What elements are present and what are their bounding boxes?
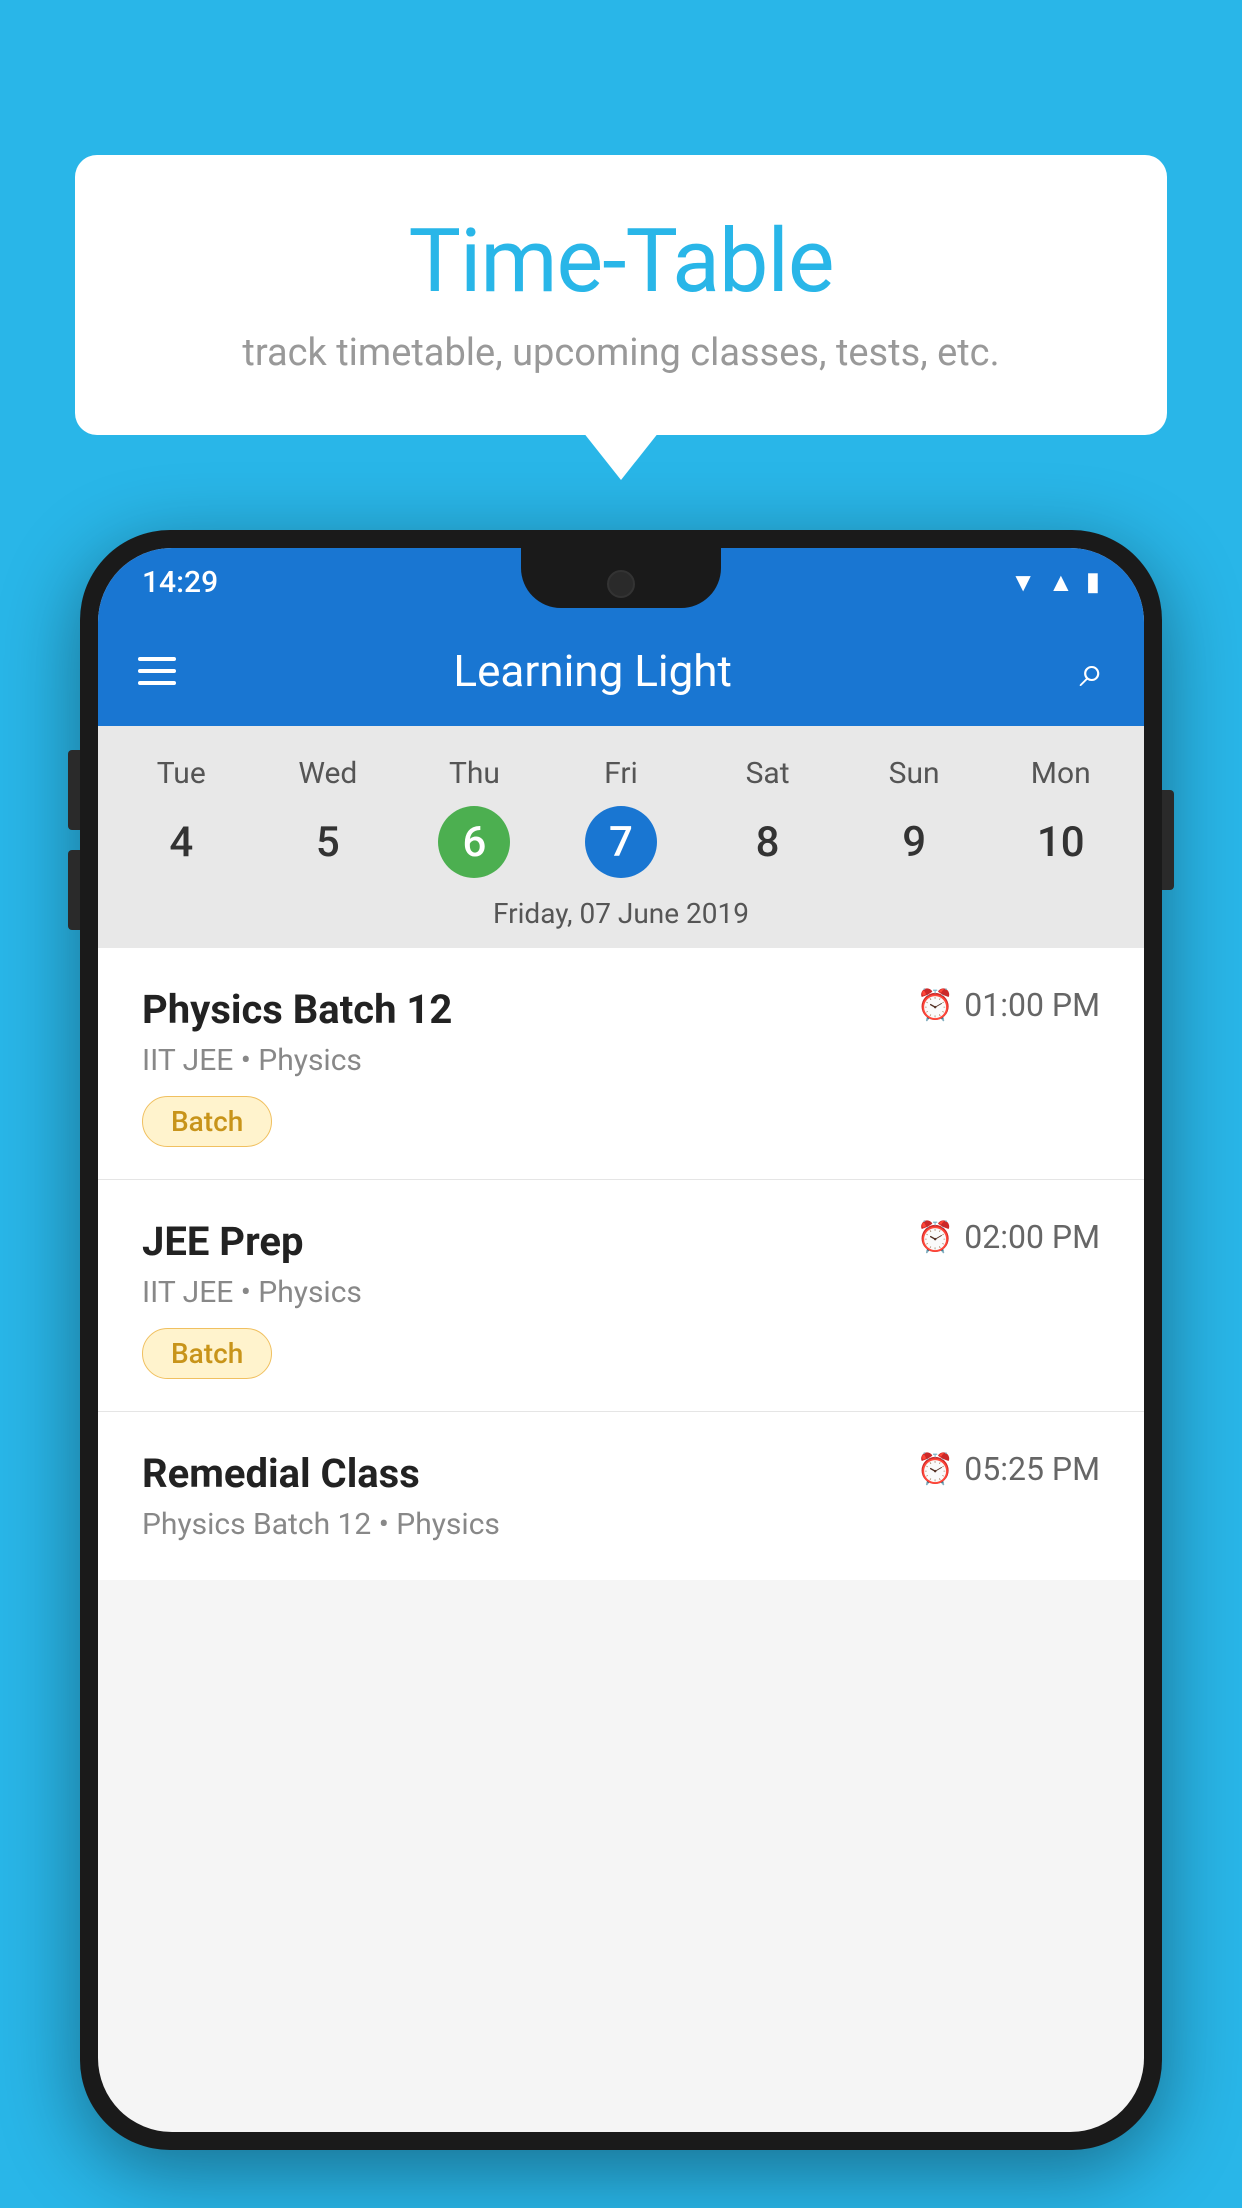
- clock-icon-3: ⏰: [917, 1452, 954, 1487]
- schedule-item-3-time-label: 05:25 PM: [964, 1450, 1100, 1488]
- date-6-today[interactable]: 6: [438, 806, 510, 878]
- date-4[interactable]: 4: [108, 806, 255, 879]
- calendar-strip: Tue Wed Thu Fri Sat Sun Mon 4 5 6 7 8 9 …: [98, 726, 1144, 948]
- selected-date-label: Friday, 07 June 2019: [98, 879, 1144, 948]
- bubble-subtitle: track timetable, upcoming classes, tests…: [135, 331, 1107, 375]
- speech-bubble: Time-Table track timetable, upcoming cla…: [75, 155, 1167, 435]
- day-headers: Tue Wed Thu Fri Sat Sun Mon: [98, 746, 1144, 801]
- phone-camera: [607, 570, 635, 598]
- schedule-item-3[interactable]: Remedial Class ⏰ 05:25 PM Physics Batch …: [98, 1412, 1144, 1580]
- volume-up-button: [68, 750, 80, 830]
- schedule-item-2-time: ⏰ 02:00 PM: [917, 1218, 1100, 1256]
- day-thu: Thu: [401, 746, 548, 801]
- battery-icon: ▮: [1086, 567, 1100, 597]
- app-title: Learning Light: [206, 645, 979, 697]
- wifi-icon: ▼: [1010, 567, 1036, 598]
- schedule-item-1[interactable]: Physics Batch 12 ⏰ 01:00 PM IIT JEE • Ph…: [98, 948, 1144, 1180]
- day-sat: Sat: [694, 746, 841, 801]
- batch-tag-1: Batch: [142, 1096, 272, 1147]
- status-icons: ▼ ▲ ▮: [1010, 567, 1100, 598]
- schedule-item-3-title: Remedial Class: [142, 1450, 420, 1497]
- phone-outer: 14:29 ▼ ▲ ▮ Learning Light ⌕: [80, 530, 1162, 2150]
- schedule-item-2-title: JEE Prep: [142, 1218, 303, 1265]
- day-numbers: 4 5 6 7 8 9 10: [98, 806, 1144, 879]
- app-bar: Learning Light ⌕: [98, 616, 1144, 726]
- schedule-item-3-subtitle: Physics Batch 12 • Physics: [142, 1507, 1100, 1542]
- schedule-list: Physics Batch 12 ⏰ 01:00 PM IIT JEE • Ph…: [98, 948, 1144, 1580]
- day-mon: Mon: [987, 746, 1134, 801]
- schedule-item-3-header: Remedial Class ⏰ 05:25 PM: [142, 1450, 1100, 1497]
- hamburger-menu-icon[interactable]: [138, 657, 176, 685]
- schedule-item-1-time: ⏰ 01:00 PM: [917, 986, 1100, 1024]
- date-10[interactable]: 10: [987, 806, 1134, 879]
- signal-icon: ▲: [1048, 567, 1074, 598]
- phone-wrapper: 14:29 ▼ ▲ ▮ Learning Light ⌕: [80, 530, 1162, 2208]
- date-8[interactable]: 8: [694, 806, 841, 879]
- search-icon[interactable]: ⌕: [1079, 645, 1104, 697]
- clock-icon-1: ⏰: [917, 988, 954, 1023]
- date-7-selected[interactable]: 7: [585, 806, 657, 878]
- schedule-item-2-header: JEE Prep ⏰ 02:00 PM: [142, 1218, 1100, 1265]
- bubble-title: Time-Table: [135, 210, 1107, 313]
- schedule-item-2-subtitle: IIT JEE • Physics: [142, 1275, 1100, 1310]
- volume-down-button: [68, 850, 80, 930]
- schedule-item-2-time-label: 02:00 PM: [964, 1218, 1100, 1256]
- phone-notch: [521, 548, 721, 608]
- batch-tag-2: Batch: [142, 1328, 272, 1379]
- phone-screen: 14:29 ▼ ▲ ▮ Learning Light ⌕: [98, 548, 1144, 2132]
- schedule-item-1-subtitle: IIT JEE • Physics: [142, 1043, 1100, 1078]
- day-sun: Sun: [841, 746, 988, 801]
- clock-icon-2: ⏰: [917, 1220, 954, 1255]
- power-button: [1162, 790, 1174, 890]
- date-5[interactable]: 5: [255, 806, 402, 879]
- day-fri: Fri: [548, 746, 695, 801]
- schedule-item-1-title: Physics Batch 12: [142, 986, 452, 1033]
- status-time: 14:29: [142, 565, 218, 600]
- schedule-item-3-time: ⏰ 05:25 PM: [917, 1450, 1100, 1488]
- day-tue: Tue: [108, 746, 255, 801]
- schedule-item-2[interactable]: JEE Prep ⏰ 02:00 PM IIT JEE • Physics Ba…: [98, 1180, 1144, 1412]
- schedule-item-1-header: Physics Batch 12 ⏰ 01:00 PM: [142, 986, 1100, 1033]
- schedule-item-1-time-label: 01:00 PM: [964, 986, 1100, 1024]
- date-9[interactable]: 9: [841, 806, 988, 879]
- day-wed: Wed: [255, 746, 402, 801]
